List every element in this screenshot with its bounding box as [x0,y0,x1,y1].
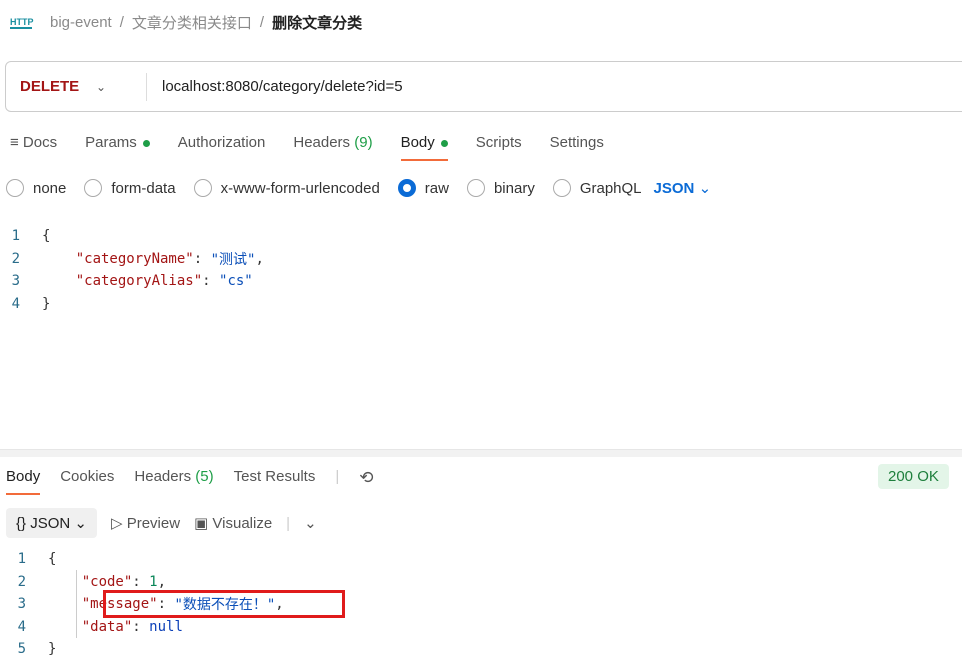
image-icon: ▣ [194,515,209,532]
response-tab-cookies[interactable]: Cookies [60,468,114,495]
pane-divider[interactable] [0,449,962,457]
request-body-editor[interactable]: 1{ 2 "categoryName": "测试", 3 "categoryAl… [6,225,264,315]
body-type-options: none form-data x-www-form-urlencoded raw… [6,179,711,197]
tab-headers[interactable]: Headers (9) [293,134,372,161]
tab-settings[interactable]: Settings [550,134,604,161]
tab-scripts[interactable]: Scripts [476,134,522,161]
breadcrumb: HTTP big-event / 文章分类相关接口 / 删除文章分类 [10,12,363,33]
response-tab-tests[interactable]: Test Results [234,468,316,495]
visualize-button[interactable]: ▣ Visualize [194,514,272,532]
tab-params[interactable]: Params [85,134,150,161]
format-select[interactable]: JSON ⌄ [654,179,712,197]
response-tab-body[interactable]: Body [6,468,41,495]
response-tabs: Body Cookies Headers (5) Test Results | … [6,468,373,495]
http-icon: HTTP [10,16,34,29]
status-badge: 200 OK [878,464,949,489]
response-format-select[interactable]: {} JSON ⌄ [6,508,97,538]
method-select[interactable]: DELETE [6,78,96,95]
list-icon: ≡ [10,134,23,151]
braces-icon: {} [16,515,27,532]
preview-button[interactable]: ▷ Preview [111,514,180,532]
response-tab-headers[interactable]: Headers (5) [134,468,213,495]
response-toolbar: {} JSON ⌄ ▷ Preview ▣ Visualize | ⌄ [6,508,317,538]
breadcrumb-request[interactable]: 删除文章分类 [272,12,362,33]
request-tabs: ≡ Docs Params Authorization Headers (9) … [10,134,604,161]
breadcrumb-folder[interactable]: 文章分类相关接口 [132,12,252,33]
radio-form-data[interactable]: form-data [84,179,176,197]
history-icon[interactable]: ⟲ [359,468,373,488]
play-icon: ▷ [110,515,123,532]
radio-graphql[interactable]: GraphQL [552,179,642,197]
radio-raw[interactable]: raw [397,179,449,197]
radio-none[interactable]: none [6,179,66,197]
highlight-box [103,590,345,618]
url-input[interactable]: localhost:8080/category/delete?id=5 [162,78,403,95]
chevron-down-icon[interactable]: ⌄ [96,80,146,94]
radio-urlencoded[interactable]: x-www-form-urlencoded [193,179,380,197]
chevron-down-icon[interactable]: ⌄ [304,514,317,532]
url-bar: DELETE ⌄ localhost:8080/category/delete?… [5,61,962,112]
radio-binary[interactable]: binary [466,179,535,197]
tab-docs[interactable]: ≡ Docs [10,134,57,161]
tab-authorization[interactable]: Authorization [178,134,266,161]
breadcrumb-collection[interactable]: big-event [50,14,112,31]
tab-body[interactable]: Body [400,134,448,161]
